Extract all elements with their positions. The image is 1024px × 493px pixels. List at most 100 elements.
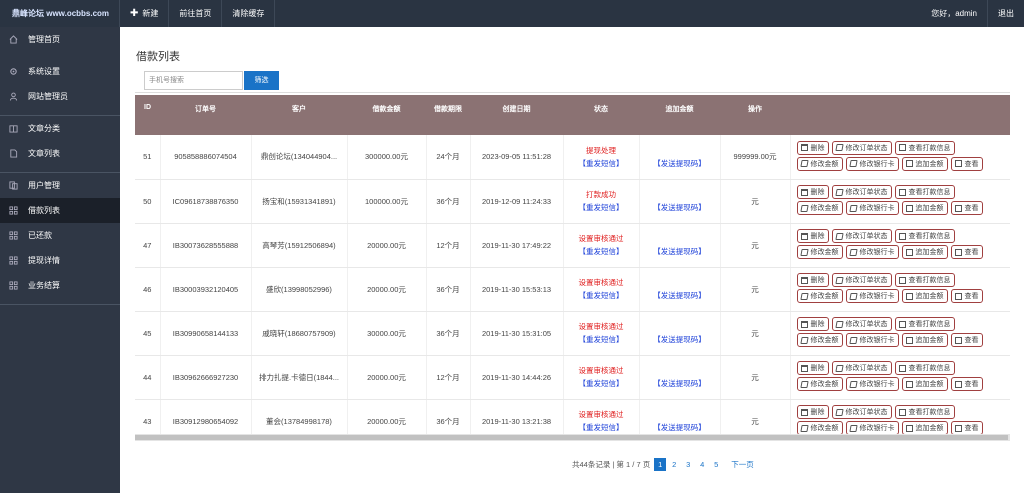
edit-order-status-button[interactable]: 修改订单状态 <box>831 229 892 243</box>
cell-order: IB30990658144133 <box>160 311 252 356</box>
delete-button[interactable]: 删除 <box>796 229 829 243</box>
page-link-1[interactable]: 1 <box>654 458 667 471</box>
edit-order-status-button[interactable]: 修改订单状态 <box>831 361 892 375</box>
edit-order-status-button[interactable]: 修改订单状态 <box>831 317 892 331</box>
edit-bank-card-button[interactable]: 修改银行卡 <box>845 156 899 171</box>
resend-sms-link[interactable]: 【重发短信】 <box>564 289 639 302</box>
edit-amount-button[interactable]: 修改金额 <box>796 201 843 215</box>
sidebar-item-admins[interactable]: 网站管理员 <box>0 84 120 109</box>
view-payment-info-button[interactable]: 查看打款信息 <box>894 273 955 287</box>
edit-order-status-button[interactable]: 修改订单状态 <box>831 140 892 155</box>
edit-amount-button[interactable]: 修改金额 <box>796 421 843 435</box>
send-withdraw-code-link[interactable]: 【发送提现码】 <box>640 277 720 301</box>
op-label: 修改银行卡 <box>859 337 895 344</box>
page-link-4[interactable]: 4 <box>696 458 708 471</box>
view-payment-info-button[interactable]: 查看打款信息 <box>894 140 955 155</box>
delete-button[interactable]: 删除 <box>796 140 829 155</box>
sidebar-item-withdrawals[interactable]: 提现详情 <box>0 248 120 273</box>
resend-sms-link[interactable]: 【重发短信】 <box>564 245 639 258</box>
view-button[interactable]: 查看 <box>950 245 983 259</box>
add-amount-button[interactable]: 追加金额 <box>901 245 948 259</box>
horizontal-scrollbar[interactable] <box>135 434 1010 441</box>
view-payment-info-button[interactable]: 查看打款信息 <box>894 361 955 375</box>
edit-amount-button[interactable]: 修改金额 <box>796 245 843 259</box>
op-label: 修改金额 <box>810 160 839 168</box>
page-link-5[interactable]: 5 <box>710 458 722 471</box>
greeting: 您好，admin <box>931 9 977 18</box>
delete-button[interactable]: 删除 <box>796 185 829 199</box>
scrollbar-thumb[interactable] <box>135 435 1008 440</box>
new-button[interactable]: ✚ 新建 <box>120 0 170 27</box>
op-label: 追加金额 <box>915 337 944 344</box>
send-withdraw-code-link[interactable]: 【发送提现码】 <box>640 233 720 257</box>
goto-home-button[interactable]: 前往首页 <box>169 0 223 27</box>
filter-button[interactable]: 筛选 <box>244 71 279 90</box>
send-withdraw-code-link[interactable]: 【发送提现码】 <box>640 365 720 389</box>
resend-sms-link[interactable]: 【重发短信】 <box>564 333 639 346</box>
send-withdraw-code-link[interactable]: 【发送提现码】 <box>640 409 720 433</box>
delete-button[interactable]: 删除 <box>796 273 829 287</box>
resend-sms-link[interactable]: 【重发短信】 <box>564 157 639 170</box>
sidebar-item-articles[interactable]: 文章列表 <box>0 141 120 166</box>
send-withdraw-code-link[interactable]: 【发送提现码】 <box>640 145 720 169</box>
view-payment-info-button[interactable]: 查看打款信息 <box>894 405 955 419</box>
delete-button[interactable]: 删除 <box>796 361 829 375</box>
col-header-order: 订单号 <box>160 95 251 135</box>
view-payment-info-button[interactable]: 查看打款信息 <box>894 317 955 331</box>
view-payment-info-button[interactable]: 查看打款信息 <box>894 229 955 243</box>
cell-id: 51 <box>135 135 161 180</box>
logo[interactable]: 鼎峰论坛 www.ocbbs.com <box>0 0 120 27</box>
add-amount-button[interactable]: 追加金额 <box>901 421 948 435</box>
view-button[interactable]: 查看 <box>950 289 983 303</box>
search-input[interactable] <box>144 71 243 90</box>
send-withdraw-code-link[interactable]: 【发送提现码】 <box>640 321 720 345</box>
view-button[interactable]: 查看 <box>950 156 983 171</box>
sidebar-item-dashboard[interactable]: 管理首页 <box>0 27 120 52</box>
edit-bank-card-button[interactable]: 修改银行卡 <box>845 421 899 435</box>
page-link-2[interactable]: 2 <box>668 458 680 471</box>
edit-bank-card-button[interactable]: 修改银行卡 <box>845 333 899 347</box>
resend-sms-link[interactable]: 【重发短信】 <box>564 421 639 434</box>
edit-order-status-button[interactable]: 修改订单状态 <box>831 273 892 287</box>
delete-button[interactable]: 删除 <box>796 317 829 331</box>
delete-button[interactable]: 删除 <box>796 405 829 419</box>
edit-bank-card-button[interactable]: 修改银行卡 <box>845 245 899 259</box>
cell-id: 46 <box>135 267 161 312</box>
view-button[interactable]: 查看 <box>950 377 983 391</box>
sidebar-item-article-categories[interactable]: 文章分类 <box>0 116 120 141</box>
edit-order-status-button[interactable]: 修改订单状态 <box>831 405 892 419</box>
edit-bank-card-button[interactable]: 修改银行卡 <box>845 201 899 215</box>
logout-button[interactable]: 退出 <box>987 0 1024 27</box>
view-button[interactable]: 查看 <box>950 201 983 215</box>
edit-amount-button[interactable]: 修改金额 <box>796 156 843 171</box>
edit-amount-button[interactable]: 修改金额 <box>796 377 843 391</box>
view-button[interactable]: 查看 <box>950 421 983 435</box>
sidebar-item-settings[interactable]: 系统设置 <box>0 59 120 84</box>
edit-amount-button[interactable]: 修改金额 <box>796 333 843 347</box>
resend-sms-link[interactable]: 【重发短信】 <box>564 201 639 214</box>
divider <box>0 109 120 116</box>
edit-amount-button[interactable]: 修改金额 <box>796 289 843 303</box>
edit-bank-card-button[interactable]: 修改银行卡 <box>845 289 899 303</box>
col-header-date: 创建日期 <box>470 95 563 135</box>
sidebar-item-repaid[interactable]: 已还款 <box>0 223 120 248</box>
add-amount-button[interactable]: 追加金额 <box>901 289 948 303</box>
card-icon <box>954 204 962 212</box>
add-amount-button[interactable]: 追加金额 <box>901 156 948 171</box>
send-withdraw-code-link[interactable]: 【发送提现码】 <box>640 189 720 213</box>
view-button[interactable]: 查看 <box>950 333 983 347</box>
ops-row: 修改金额 修改银行卡 追加金额 查看 <box>796 333 1010 349</box>
sidebar-item-settlement[interactable]: 业务结算 <box>0 273 120 298</box>
resend-sms-link[interactable]: 【重发短信】 <box>564 377 639 390</box>
clear-cache-button[interactable]: 清除缓存 <box>222 0 276 27</box>
next-page-link[interactable]: 下一页 <box>731 459 754 470</box>
page-link-3[interactable]: 3 <box>682 458 694 471</box>
edit-bank-card-button[interactable]: 修改银行卡 <box>845 377 899 391</box>
edit-order-status-button[interactable]: 修改订单状态 <box>831 185 892 199</box>
sidebar-item-users[interactable]: 用户管理 <box>0 173 120 198</box>
view-payment-info-button[interactable]: 查看打款信息 <box>894 185 955 199</box>
add-amount-button[interactable]: 追加金额 <box>901 201 948 215</box>
add-amount-button[interactable]: 追加金额 <box>901 377 948 391</box>
add-amount-button[interactable]: 追加金额 <box>901 333 948 347</box>
sidebar-item-loans[interactable]: 借款列表 <box>0 198 120 223</box>
